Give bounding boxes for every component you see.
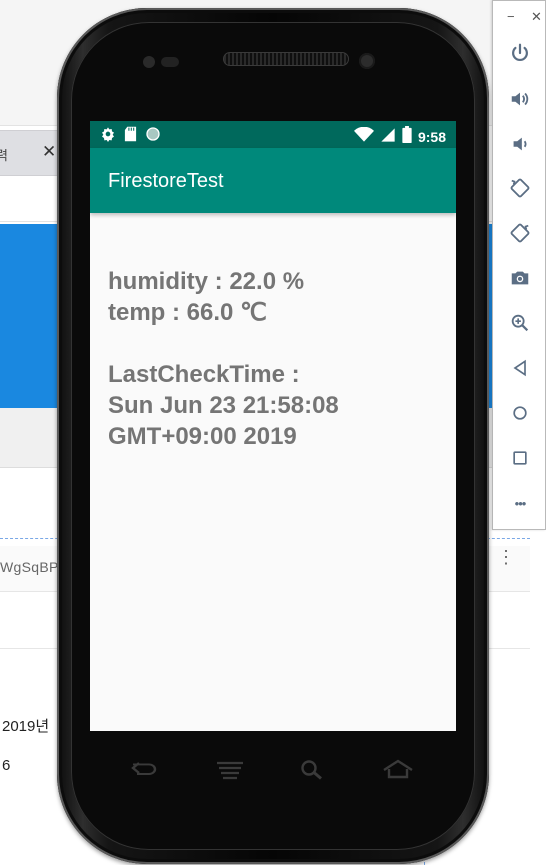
front-sensor bbox=[143, 56, 155, 68]
app-bar: FirestoreTest bbox=[90, 148, 456, 213]
zoom-icon[interactable] bbox=[506, 309, 534, 337]
earpiece-speaker bbox=[223, 52, 349, 66]
app-title: FirestoreTest bbox=[108, 170, 224, 192]
rotate-left-icon[interactable] bbox=[506, 174, 534, 202]
temperature-text: temp : 66.0 ℃ bbox=[108, 299, 267, 326]
volume-up-icon[interactable] bbox=[506, 85, 534, 113]
back-icon[interactable] bbox=[506, 354, 534, 382]
home-key-icon[interactable] bbox=[380, 754, 416, 786]
emulator-close-button[interactable]: ✕ bbox=[531, 9, 542, 25]
background-tab-label: 력 bbox=[0, 148, 8, 163]
back-key-icon[interactable] bbox=[126, 754, 162, 786]
camera-icon[interactable] bbox=[506, 264, 534, 292]
last-check-time: Sun Jun 23 21:58:08 bbox=[108, 392, 339, 419]
sd-card-icon bbox=[124, 126, 137, 147]
emulator-toolbar-window-controls: − ✕ bbox=[493, 9, 546, 25]
background-more-options-icon[interactable]: ⋮ bbox=[497, 548, 515, 581]
desktop: 력 ✕ WgSqBP ⋮ 2019년 6 − ✕ ••• 9:58 Firest… bbox=[0, 0, 546, 865]
menu-key-icon[interactable] bbox=[212, 754, 248, 786]
home-icon[interactable] bbox=[506, 399, 534, 427]
humidity-text: humidity : 22.0 % bbox=[108, 268, 305, 295]
emulator-toolbar: − ✕ ••• bbox=[492, 0, 546, 530]
settings-icon bbox=[100, 126, 116, 147]
wifi-icon bbox=[353, 126, 374, 148]
device-screen[interactable]: 9:58 FirestoreTest humidity : 22.0 % tem… bbox=[90, 121, 456, 731]
front-camera bbox=[359, 53, 375, 69]
rotate-right-icon[interactable] bbox=[506, 219, 534, 247]
last-check-label: LastCheckTime : bbox=[108, 361, 300, 388]
last-check-timezone: GMT+09:00 2019 bbox=[108, 423, 297, 450]
power-icon[interactable] bbox=[506, 39, 534, 67]
sync-circle-icon bbox=[145, 126, 161, 147]
volume-down-icon[interactable] bbox=[506, 130, 534, 158]
status-time: 9:58 bbox=[417, 129, 446, 145]
proximity-sensor bbox=[161, 57, 179, 67]
search-key-icon[interactable] bbox=[294, 754, 330, 786]
more-icon[interactable]: ••• bbox=[506, 489, 534, 517]
overview-icon[interactable] bbox=[506, 444, 534, 472]
background-field-value: 2019년 bbox=[2, 718, 50, 735]
signal-icon bbox=[380, 127, 396, 148]
background-browser-tab[interactable]: 력 ✕ bbox=[0, 130, 62, 176]
battery-icon bbox=[402, 126, 412, 148]
background-field-value: 6 bbox=[2, 757, 11, 774]
background-tab-close-icon[interactable]: ✕ bbox=[42, 142, 56, 162]
status-bar: 9:58 bbox=[90, 121, 456, 148]
sensor-readout: humidity : 22.0 % temp : 66.0 ℃ LastChec… bbox=[108, 266, 339, 452]
emulator-minimize-button[interactable]: − bbox=[507, 9, 515, 24]
background-document-id[interactable]: WgSqBP bbox=[0, 559, 59, 575]
